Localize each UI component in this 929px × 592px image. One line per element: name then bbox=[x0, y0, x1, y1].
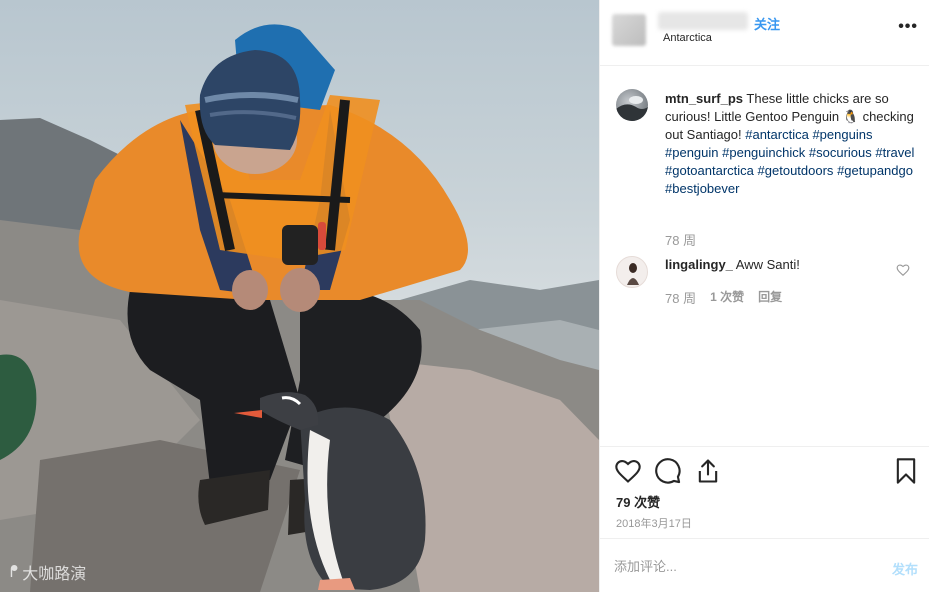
hashtag[interactable]: #antarctica bbox=[745, 127, 809, 142]
watermark: ᖰ 大咖路演 bbox=[10, 560, 86, 584]
bookmark-icon[interactable] bbox=[892, 457, 920, 485]
caption-avatar[interactable] bbox=[616, 89, 648, 121]
add-comment-input[interactable] bbox=[614, 555, 864, 577]
like-count[interactable]: 79 次赞 bbox=[616, 492, 660, 511]
comment-username[interactable]: lingalingy_ bbox=[665, 257, 733, 272]
hashtag[interactable]: #gotoantarctica bbox=[665, 163, 754, 178]
like-heart-icon[interactable] bbox=[614, 457, 642, 485]
comment-likes[interactable]: 1 次赞 bbox=[710, 288, 744, 307]
caption-text: mtn_surf_ps These little chicks are so c… bbox=[665, 90, 915, 198]
hashtag[interactable]: #penguins bbox=[812, 127, 872, 142]
comment-time[interactable]: 78 周 bbox=[665, 288, 696, 307]
watermark-logo-icon: ᖰ bbox=[10, 562, 19, 581]
add-comment-bar: 发布 bbox=[600, 538, 929, 592]
comments-section: mtn_surf_ps These little chicks are so c… bbox=[600, 66, 929, 446]
post-sidebar: 关注 Antarctica ••• mtn_surf_ps These litt… bbox=[599, 0, 929, 592]
caption-username[interactable]: mtn_surf_ps bbox=[665, 91, 743, 106]
post-photo[interactable]: ᖰ 大咖路演 bbox=[0, 0, 599, 592]
author-avatar[interactable] bbox=[612, 14, 646, 46]
author-name-redacted[interactable] bbox=[658, 12, 748, 30]
hashtag[interactable]: #socurious bbox=[809, 145, 872, 160]
avatar-photo-icon bbox=[616, 96, 648, 121]
caption-time[interactable]: 78 周 bbox=[665, 230, 696, 249]
comment-meta: 78 周 1 次赞 回复 bbox=[665, 288, 782, 307]
hashtag[interactable]: #travel bbox=[875, 145, 914, 160]
comment-reply-button[interactable]: 回复 bbox=[758, 288, 782, 307]
hashtag[interactable]: #penguin bbox=[665, 145, 719, 160]
follow-button[interactable]: 关注 bbox=[754, 14, 780, 33]
hashtag[interactable]: #getupandgo bbox=[837, 163, 913, 178]
avatar-person-icon bbox=[627, 263, 639, 285]
share-icon[interactable] bbox=[694, 457, 722, 485]
hashtag[interactable]: #getoutdoors bbox=[758, 163, 834, 178]
comment-text: lingalingy_ Aww Santi! bbox=[665, 256, 880, 274]
post-date[interactable]: 2018年3月17日 bbox=[616, 515, 692, 531]
post-comment-button[interactable]: 发布 bbox=[892, 559, 918, 578]
watermark-text: 大咖路演 bbox=[22, 564, 87, 583]
comment-like-heart-icon[interactable] bbox=[896, 263, 910, 277]
comment-bubble-icon[interactable] bbox=[654, 457, 682, 485]
comment-body: Aww Santi! bbox=[732, 257, 800, 272]
post-header: 关注 Antarctica ••• bbox=[600, 0, 929, 66]
caption-meta: 78 周 bbox=[665, 230, 696, 249]
post-viewer: ᖰ 大咖路演 关注 Antarctica ••• mtn_surf_ps The… bbox=[0, 0, 929, 592]
hashtag[interactable]: #bestjobever bbox=[665, 181, 739, 196]
hashtag[interactable]: #penguinchick bbox=[722, 145, 805, 160]
post-actions: 79 次赞 2018年3月17日 bbox=[600, 446, 929, 538]
location-link[interactable]: Antarctica bbox=[663, 32, 712, 44]
photo-illustration bbox=[0, 24, 599, 592]
more-options-icon[interactable]: ••• bbox=[898, 18, 918, 36]
comment-avatar[interactable] bbox=[616, 256, 648, 288]
